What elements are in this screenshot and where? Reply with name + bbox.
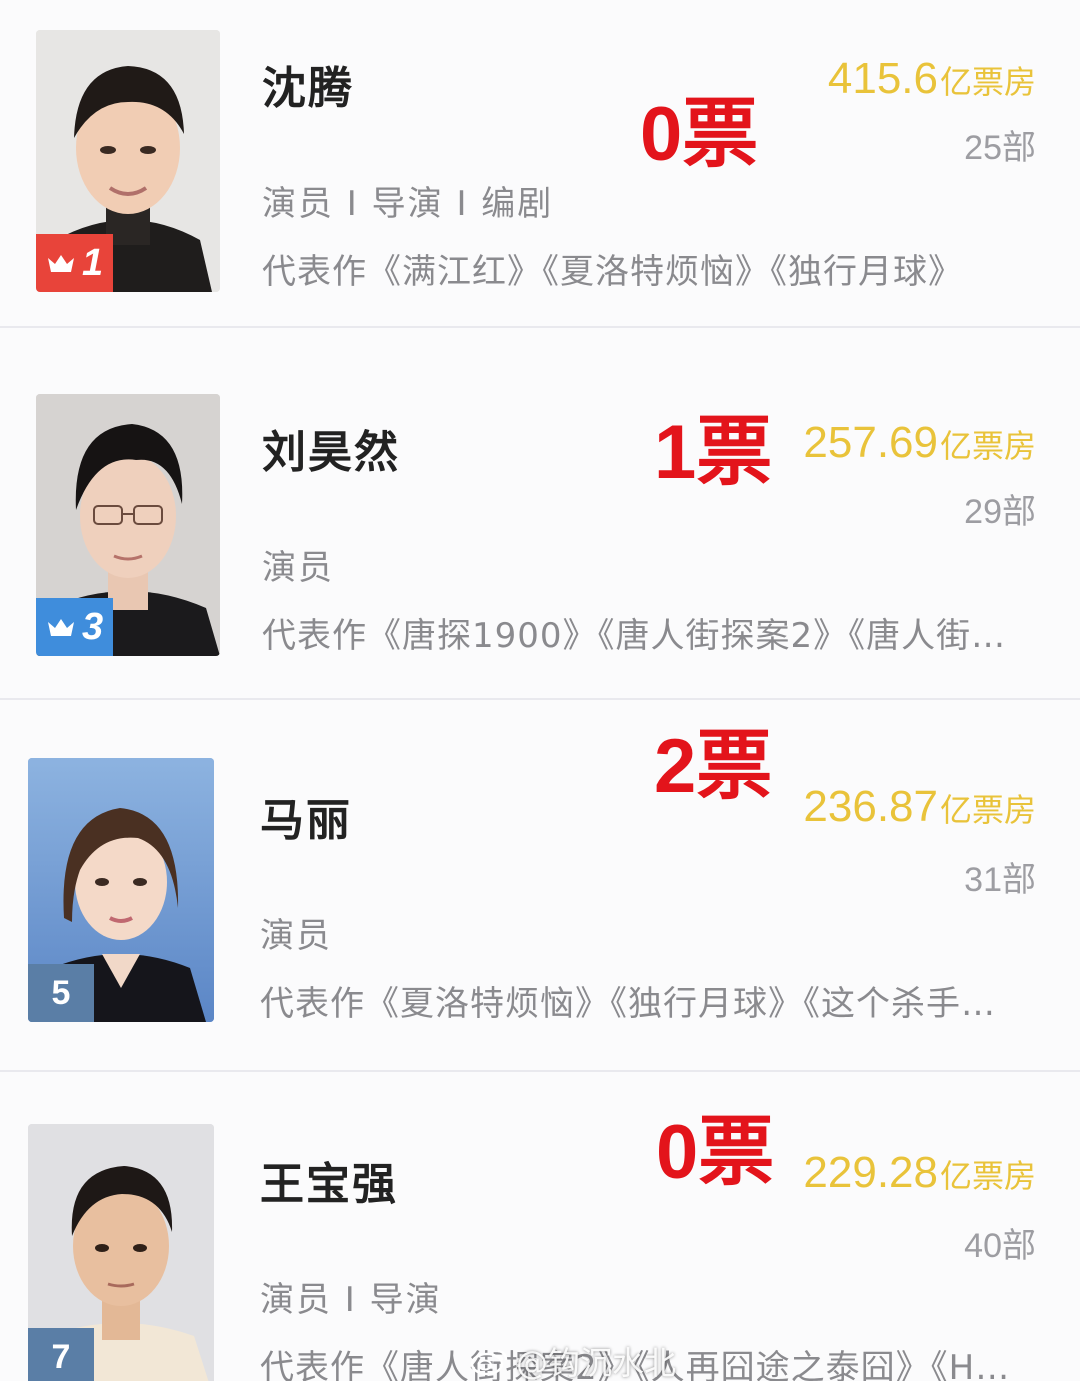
watermark: @钩沉水北 bbox=[470, 1338, 676, 1381]
film-count: 40部 bbox=[964, 1227, 1036, 1265]
rank-number: 1 bbox=[82, 241, 104, 284]
rank-number: 7 bbox=[51, 1337, 71, 1376]
rank-badge: 5 bbox=[28, 964, 94, 1022]
avatar[interactable]: 7 bbox=[28, 1124, 214, 1381]
box-office-unit: 亿票房 bbox=[939, 792, 1036, 828]
representative-works: 代表作《满江红》《夏洛特烦恼》《独行月球》 bbox=[262, 252, 963, 292]
box-office-unit: 亿票房 bbox=[939, 428, 1036, 464]
list-item[interactable]: 3 刘昊然 1票 257.69亿票房 29部 演员 代表作《唐探1900》《唐人… bbox=[0, 328, 1080, 700]
roles-label: 演员 bbox=[262, 548, 334, 588]
vote-count: 0票 bbox=[640, 92, 759, 177]
box-office-value: 257.69 bbox=[803, 418, 938, 467]
avatar[interactable]: 5 bbox=[28, 758, 214, 1022]
roles-label: 演员 I 导演 I 编剧 bbox=[262, 184, 554, 224]
box-office-value: 229.28 bbox=[803, 1148, 938, 1197]
box-office-unit: 亿票房 bbox=[939, 64, 1036, 100]
person-name[interactable]: 马丽 bbox=[260, 784, 352, 848]
box-office: 229.28亿票房 bbox=[803, 1148, 1036, 1198]
avatar[interactable]: 3 bbox=[36, 394, 220, 656]
vote-count: 1票 bbox=[654, 410, 773, 495]
crown-icon bbox=[46, 252, 76, 274]
list-item[interactable]: 7 王宝强 0票 229.28亿票房 40部 演员 I 导演 代表作《唐人街探案… bbox=[0, 1072, 1080, 1381]
film-count: 29部 bbox=[964, 493, 1036, 531]
rank-number: 5 bbox=[51, 973, 71, 1012]
page: 1 沈腾 0票 415.6亿票房 25部 演员 I 导演 I 编剧 代表作《满江… bbox=[0, 0, 1080, 1381]
rank-badge: 1 bbox=[36, 234, 114, 292]
film-count: 25部 bbox=[964, 129, 1036, 167]
roles-label: 演员 I 导演 bbox=[260, 1280, 442, 1320]
vote-count: 2票 bbox=[654, 724, 773, 809]
crown-icon bbox=[46, 616, 76, 638]
list-item[interactable]: 1 沈腾 0票 415.6亿票房 25部 演员 I 导演 I 编剧 代表作《满江… bbox=[0, 0, 1080, 328]
rank-badge: 7 bbox=[28, 1328, 94, 1381]
person-name[interactable]: 沈腾 bbox=[262, 52, 354, 116]
representative-works: 代表作《唐探1900》《唐人街探案2》《唐人街… bbox=[262, 616, 1007, 656]
roles-label: 演员 bbox=[260, 916, 332, 956]
watermark-text: @钩沉水北 bbox=[516, 1344, 677, 1381]
box-office: 236.87亿票房 bbox=[803, 782, 1036, 832]
box-office: 415.6亿票房 bbox=[828, 54, 1036, 104]
film-count: 31部 bbox=[964, 861, 1036, 899]
box-office: 257.69亿票房 bbox=[803, 418, 1036, 468]
representative-works: 代表作《夏洛特烦恼》《独行月球》《这个杀手… bbox=[260, 984, 996, 1024]
person-name[interactable]: 王宝强 bbox=[260, 1148, 398, 1212]
list-item[interactable]: 5 马丽 2票 236.87亿票房 31部 演员 代表作《夏洛特烦恼》《独行月球… bbox=[0, 700, 1080, 1072]
vote-count: 0票 bbox=[656, 1110, 775, 1195]
weibo-icon bbox=[470, 1345, 510, 1377]
box-office-value: 415.6 bbox=[827, 54, 938, 103]
avatar[interactable]: 1 bbox=[36, 30, 220, 292]
box-office-value: 236.87 bbox=[803, 782, 938, 831]
person-name[interactable]: 刘昊然 bbox=[262, 416, 400, 480]
box-office-unit: 亿票房 bbox=[939, 1158, 1036, 1194]
rank-number: 3 bbox=[82, 605, 104, 648]
rank-badge: 3 bbox=[36, 598, 114, 656]
